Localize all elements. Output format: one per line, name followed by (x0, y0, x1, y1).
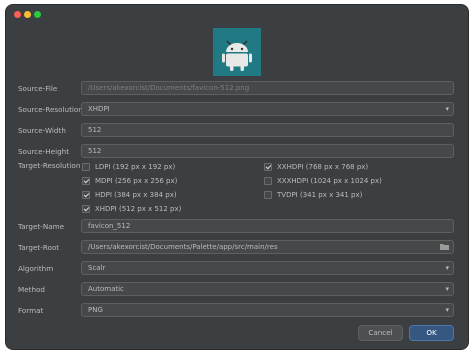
format-dropdown[interactable]: PNG ▾ (81, 303, 454, 317)
target-root-field[interactable]: /Users/akexorcist/Documents/Palette/app/… (81, 240, 454, 254)
method-label: Method (18, 285, 45, 294)
chevron-down-icon: ▾ (445, 105, 449, 113)
checkbox-hdpi[interactable]: HDPI (384 px x 384 px) (82, 191, 177, 199)
algorithm-dropdown[interactable]: Scalr ▾ (81, 261, 454, 275)
checkbox-xhdpi[interactable]: XHDPI (512 px x 512 px) (82, 205, 181, 213)
close-window-button[interactable] (14, 11, 21, 18)
checkbox-ldpi[interactable]: LDPI (192 px x 192 px) (82, 163, 175, 171)
target-name-field[interactable]: favicon_512 (81, 219, 454, 233)
chevron-down-icon: ▾ (445, 306, 449, 314)
method-dropdown[interactable]: Automatic ▾ (81, 282, 454, 296)
checkbox-label: XXHDPI (768 px x 768 px) (277, 163, 369, 171)
checkbox-label: TVDPI (341 px x 341 px) (277, 191, 363, 199)
source-width-field[interactable]: 512 (81, 123, 454, 137)
checkbox-tvdpi[interactable]: TVDPI (341 px x 341 px) (264, 191, 362, 199)
source-file-label: Source-File (18, 84, 58, 93)
checkbox-box[interactable] (82, 177, 90, 185)
chevron-down-icon: ▾ (445, 285, 449, 293)
checkbox-label: HDPI (384 px x 384 px) (95, 191, 177, 199)
target-root-label: Target-Root (18, 243, 60, 252)
image-preview (213, 28, 261, 76)
checkbox-xxhdpi[interactable]: XXHDPI (768 px x 768 px) (264, 163, 368, 171)
zoom-window-button[interactable] (34, 11, 41, 18)
dialog-window: Source-File /Users/akexorcist/Documents/… (6, 5, 468, 349)
checkbox-label: XXXHDPI (1024 px x 1024 px) (277, 177, 382, 185)
source-width-label: Source-Width (18, 126, 66, 135)
source-resolution-value: XHDPI (88, 105, 110, 113)
title-bar (6, 5, 468, 23)
folder-icon[interactable] (440, 243, 449, 250)
source-resolution-label: Source-Resolution (18, 105, 83, 114)
target-name-label: Target-Name (18, 222, 65, 231)
checkbox-box[interactable] (264, 163, 272, 171)
algorithm-label: Algorithm (18, 264, 54, 273)
checkbox-xxxhdpi[interactable]: XXXHDPI (1024 px x 1024 px) (264, 177, 382, 185)
checkbox-box[interactable] (82, 205, 90, 213)
checkbox-box[interactable] (82, 191, 90, 199)
checkbox-box[interactable] (82, 163, 90, 171)
cancel-button[interactable]: Cancel (358, 325, 403, 341)
checkbox-label: MDPI (256 px x 256 px) (95, 177, 178, 185)
checkbox-box[interactable] (264, 177, 272, 185)
source-resolution-dropdown[interactable]: XHDPI ▾ (81, 102, 454, 116)
method-value: Automatic (88, 285, 124, 293)
ok-button[interactable]: OK (409, 325, 454, 341)
source-file-field[interactable]: /Users/akexorcist/Documents/favicon-512.… (81, 81, 454, 95)
source-height-label: Source-Height (18, 147, 70, 156)
checkbox-mdpi[interactable]: MDPI (256 px x 256 px) (82, 177, 177, 185)
format-label: Format (18, 306, 44, 315)
checkbox-label: LDPI (192 px x 192 px) (95, 163, 176, 171)
checkbox-box[interactable] (264, 191, 272, 199)
algorithm-value: Scalr (88, 264, 106, 272)
format-value: PNG (88, 306, 103, 314)
minimize-window-button[interactable] (24, 11, 31, 18)
target-root-value: /Users/akexorcist/Documents/Palette/app/… (88, 243, 278, 251)
target-resolution-label: Target-Resolution (18, 161, 81, 170)
source-height-field[interactable]: 512 (81, 144, 454, 158)
checkbox-label: XHDPI (512 px x 512 px) (95, 205, 182, 213)
chevron-down-icon: ▾ (445, 264, 449, 272)
android-robot-icon (222, 40, 252, 71)
